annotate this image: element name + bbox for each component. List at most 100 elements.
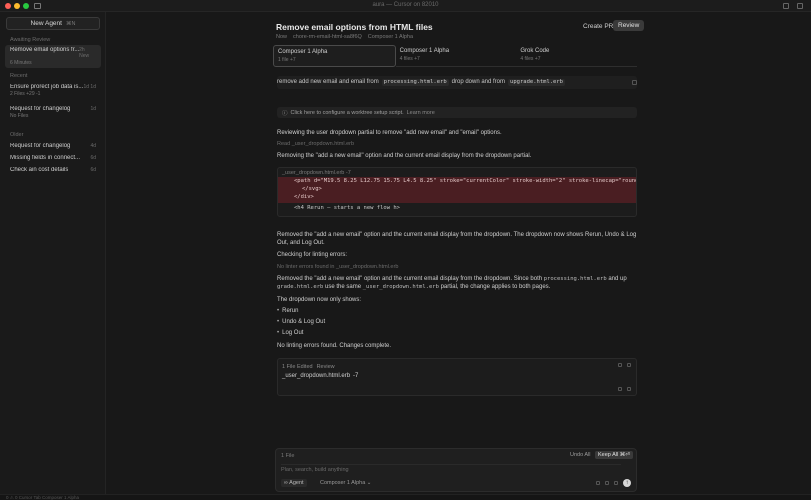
section-recent: Recent xyxy=(10,73,28,79)
file-chip[interactable]: processing.html.erb xyxy=(381,79,449,86)
assistant-message: Removed the "add a new email" option and… xyxy=(277,275,637,291)
layout-icon[interactable] xyxy=(797,3,803,9)
list-item: • Log Out xyxy=(277,330,303,336)
image-icon[interactable] xyxy=(614,481,618,485)
panel-icon[interactable] xyxy=(783,3,789,9)
mode-label: Agent xyxy=(289,480,304,486)
agent-item[interactable]: Request for changelog 1d No Files xyxy=(5,104,101,121)
assistant-message: The dropdown now only shows: xyxy=(277,297,362,303)
context-icon[interactable] xyxy=(596,481,600,485)
agent-item-title: Ensure prorect job data is... xyxy=(10,84,84,90)
tab-composer-2[interactable]: Composer 1 Alpha 4 files +7 xyxy=(395,45,517,67)
assistant-message: Removed the "add a new email" option and… xyxy=(277,232,637,246)
prompt-text: drop down and from xyxy=(451,79,506,85)
infinity-icon: ∞ xyxy=(284,480,288,486)
msg-text: and up xyxy=(608,276,627,282)
msg-text: Removed the "add a new email" option and… xyxy=(277,276,543,282)
mode-selector[interactable]: ∞ Agent xyxy=(281,479,307,487)
reject-icon[interactable] xyxy=(618,363,622,367)
create-pr-button[interactable]: Create PR xyxy=(579,21,617,32)
copy-icon[interactable] xyxy=(618,387,622,391)
copy-icon[interactable] xyxy=(632,80,637,85)
learn-more-link[interactable]: Learn more xyxy=(407,110,435,116)
tool-read: Read _user_dropdown.html.erb xyxy=(277,140,637,148)
diff-line: <path d="M19.5 8.25 L12.75 15.75 L4.5 8.… xyxy=(294,178,636,184)
prompt-text: remove add new email and email from xyxy=(277,79,379,85)
agents-sidebar: New Agent ⌘N Awaiting Review Remove emai… xyxy=(0,12,106,494)
tab-meta: 4 files +7 xyxy=(399,56,420,62)
agent-item[interactable]: Remove email options fr... 2h New 6 Minu… xyxy=(5,45,101,68)
send-button[interactable]: ↑ xyxy=(623,479,631,487)
tab-grok-code[interactable]: Grok Code 4 files +7 xyxy=(516,45,638,67)
agent-item[interactable]: Request for changelog 4d xyxy=(5,141,101,151)
agent-item-title: Request for changelog xyxy=(10,106,71,112)
model-selector[interactable]: Composer 1 Alpha ⌄ xyxy=(320,480,371,486)
section-older: Older xyxy=(10,132,24,138)
agent-item-title: Check ain cost details xyxy=(10,167,69,173)
agent-item-sub: 2 Files +29 -1 xyxy=(10,91,41,97)
tab-composer-1[interactable]: Composer 1 Alpha 1 file +7 xyxy=(273,45,396,67)
tab-label: Composer 1 Alpha xyxy=(278,49,328,55)
composer-files[interactable]: 1 File xyxy=(281,453,294,459)
files-summary-text: 1 File Edited xyxy=(282,364,313,370)
msg-text: use the same xyxy=(325,284,362,290)
info-text[interactable]: Click here to configure a worktree setup… xyxy=(291,110,404,116)
read-file[interactable]: _user_dropdown.html.erb xyxy=(292,141,354,147)
list-item-text: Log Out xyxy=(282,330,304,336)
new-agent-button[interactable]: New Agent ⌘N xyxy=(6,17,100,30)
msg-text: partial, the change applies to both page… xyxy=(440,284,551,290)
agent-item[interactable]: Missing fields in connect... 6d xyxy=(5,153,101,163)
file-chip[interactable]: upgrade.html.erb xyxy=(508,79,565,86)
assistant-message: Checking for linting errors: xyxy=(277,252,348,258)
files-summary: 1 File Edited Review xyxy=(282,364,335,370)
inline-code: processing.html.erb xyxy=(543,276,607,282)
titlebar-actions xyxy=(783,3,803,9)
keep-all-shortcut: ⌘⏎ xyxy=(619,452,630,458)
worktree-info-bar: ⓘ Click here to configure a worktree set… xyxy=(277,107,637,118)
tab-label: Composer 1 Alpha xyxy=(399,48,450,54)
globe-icon[interactable] xyxy=(605,481,609,485)
header-subline: Now chore-rm-email-html-sa8f6Q Composer … xyxy=(276,34,413,40)
inline-code: _user_dropdown.html.erb xyxy=(362,284,439,290)
bullet-icon: • xyxy=(277,308,280,314)
bullet-icon: • xyxy=(277,330,280,336)
model-tabs: Composer 1 Alpha 1 file +7 Composer 1 Al… xyxy=(273,45,638,67)
agent-main-panel: Remove email options from HTML files Now… xyxy=(107,12,811,494)
assistant-message: Reviewing the user dropdown partial to r… xyxy=(277,130,502,136)
diff-line: </div> xyxy=(294,194,314,200)
user-prompt[interactable]: remove add new email and email from proc… xyxy=(277,76,637,89)
chevron-down-icon: ⌄ xyxy=(366,480,372,486)
more-icon[interactable] xyxy=(627,387,631,391)
diff-removed-lines: <path d="M19.5 8.25 L12.75 15.75 L4.5 8.… xyxy=(278,177,636,203)
files-review-link[interactable]: Review xyxy=(317,364,335,370)
branch-name[interactable]: chore-rm-email-html-sa8f6Q xyxy=(293,34,362,40)
lint-file[interactable]: _user_dropdown.html.erb xyxy=(336,264,398,270)
assistant-message: Removing the "add a new email" option an… xyxy=(277,153,532,159)
composer-input[interactable]: Plan, search, build anything xyxy=(281,464,621,474)
new-agent-label: New Agent xyxy=(30,20,62,27)
agent-item[interactable]: Check ain cost details 6d xyxy=(5,165,101,175)
diff-line: <h4 Rerun — starts a new flow h> xyxy=(294,205,400,211)
agent-item-title: Missing fields in connect... xyxy=(10,155,81,161)
composer: 1 File Undo All Keep All ⌘⏎ Plan, search… xyxy=(275,448,637,492)
undo-all-button[interactable]: Undo All xyxy=(570,452,591,458)
model-label: Composer 1 Alpha xyxy=(320,480,366,486)
keep-all-label: Keep All xyxy=(598,452,619,458)
accept-icon[interactable] xyxy=(627,363,631,367)
tab-label: Grok Code xyxy=(520,48,550,54)
agent-item[interactable]: Ensure prorect job data is... 1d 1d 2 Fi… xyxy=(5,82,101,99)
diff-header[interactable]: _user_dropdown.html.erb -7 xyxy=(278,168,636,177)
edited-files-card: 1 File Edited Review _user_dropdown.html… xyxy=(277,358,637,396)
agent-item-time: 1d 1d xyxy=(83,84,96,90)
edited-file-row[interactable]: _user_dropdown.html.erb -7 xyxy=(282,373,358,379)
message-actions xyxy=(618,387,631,391)
page-title: Remove email options from HTML files xyxy=(276,22,433,32)
keep-all-button[interactable]: Keep All ⌘⏎ xyxy=(595,451,633,459)
file-card-actions xyxy=(618,363,631,367)
assistant-message: No linting errors found. Changes complet… xyxy=(277,343,392,349)
diff-counts: -7 xyxy=(345,170,351,176)
review-button[interactable]: Review xyxy=(613,20,645,31)
tab-meta: 4 files +7 xyxy=(520,56,541,62)
inline-code: grade.html.erb xyxy=(277,284,324,290)
agent-item-time: 6d xyxy=(90,155,96,161)
